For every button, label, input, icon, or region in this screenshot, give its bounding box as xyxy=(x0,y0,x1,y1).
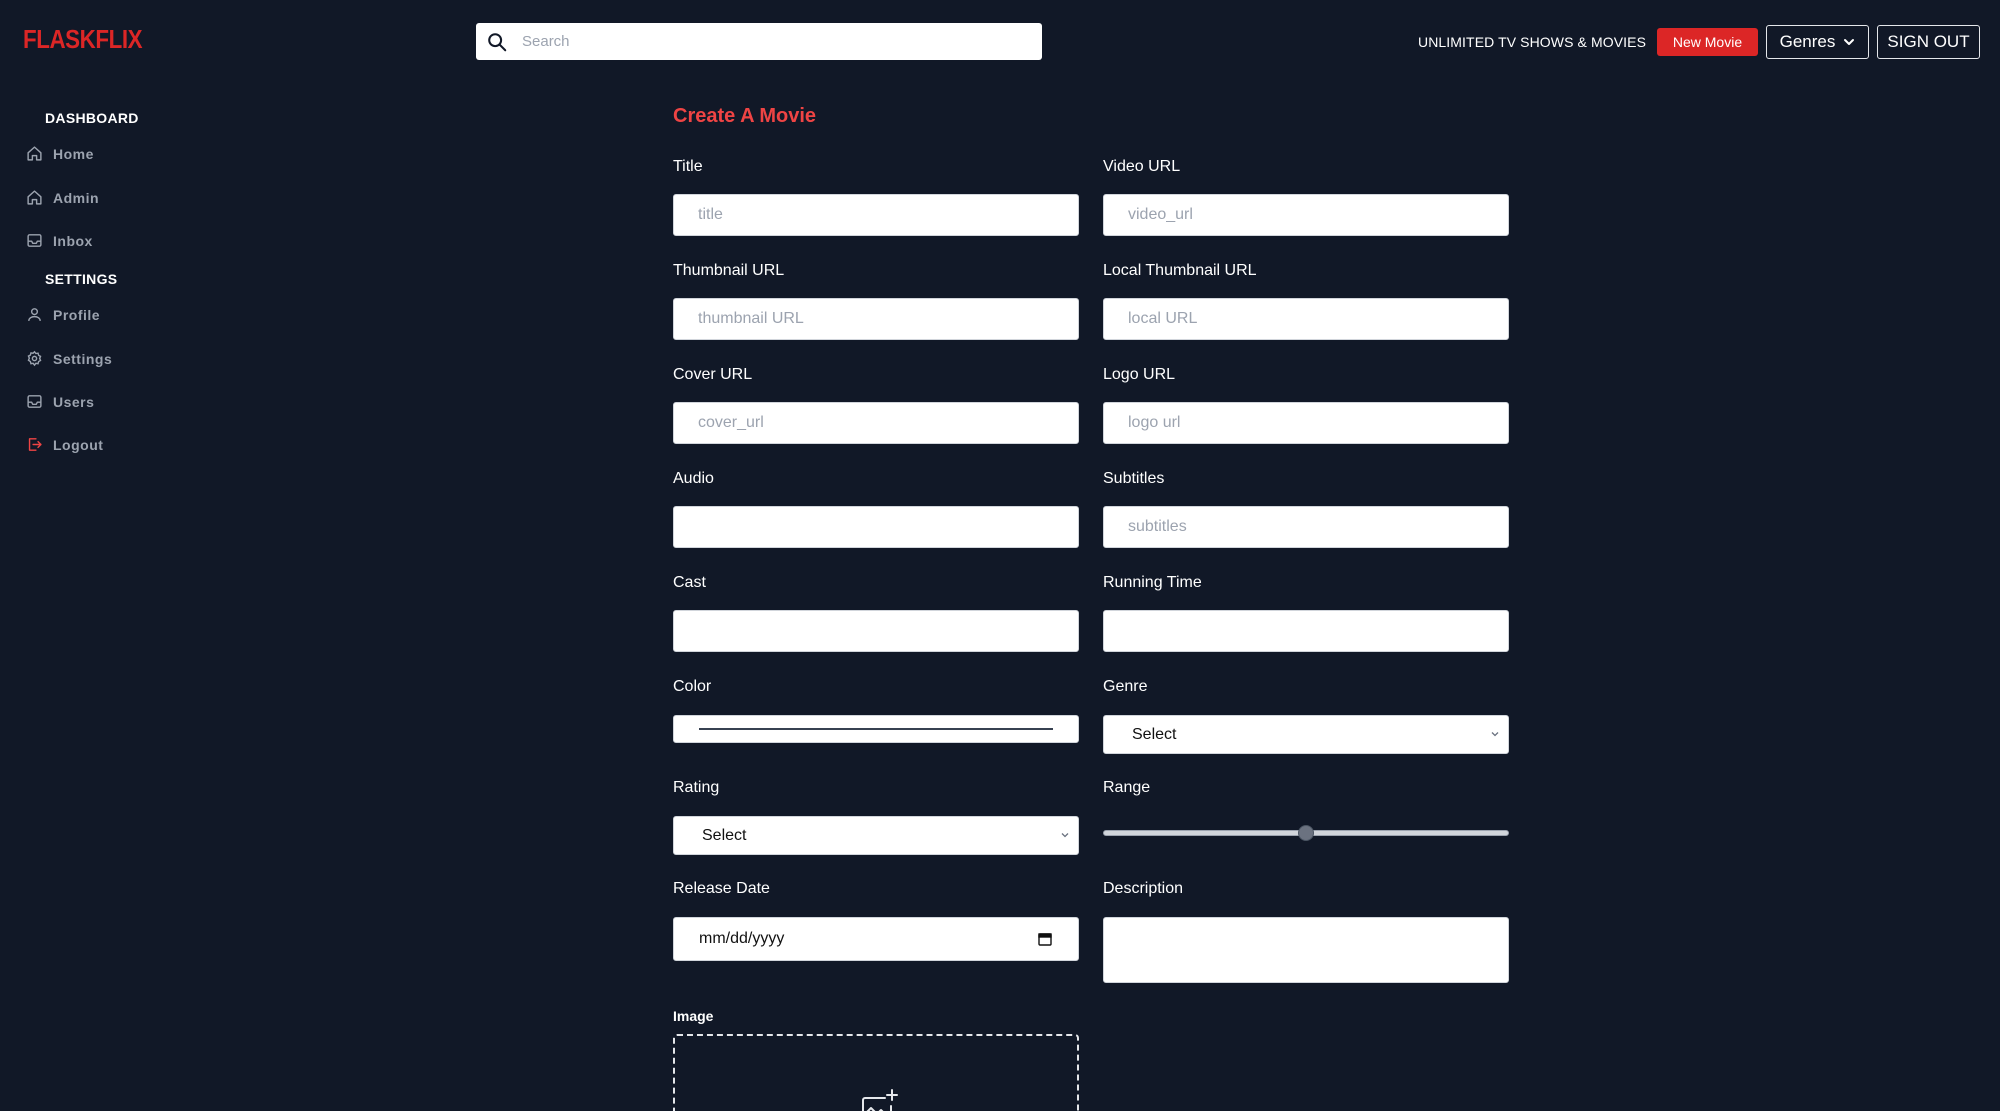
new-movie-button[interactable]: New Movie xyxy=(1657,28,1758,56)
video-url-label: Video URL xyxy=(1103,158,1181,175)
sidebar-item-inbox[interactable]: Inbox xyxy=(26,232,93,249)
search-icon xyxy=(488,32,507,51)
color-picker[interactable] xyxy=(673,715,1079,743)
thumbnail-url-input[interactable] xyxy=(673,298,1079,340)
sidebar-item-profile[interactable]: Profile xyxy=(26,306,100,323)
thumbnail-url-label: Thumbnail URL xyxy=(673,262,785,279)
sidebar-heading-settings: SETTINGS xyxy=(45,271,118,287)
sidebar-item-label: Profile xyxy=(53,306,101,323)
sidebar-item-admin[interactable]: Admin xyxy=(26,189,99,206)
sidebar-item-users[interactable]: Users xyxy=(26,393,94,410)
chevron-down-icon xyxy=(1061,833,1069,838)
genres-dropdown-button[interactable]: Genres xyxy=(1766,25,1869,59)
home-icon xyxy=(27,190,42,205)
release-date-label: Release Date xyxy=(673,880,770,897)
calendar-icon[interactable] xyxy=(1037,931,1053,947)
gear-icon xyxy=(27,350,42,367)
home-icon xyxy=(27,146,42,161)
subtitles-input[interactable] xyxy=(1103,506,1509,548)
genre-label: Genre xyxy=(1103,678,1148,695)
title-input[interactable] xyxy=(673,194,1079,236)
image-dropzone[interactable] xyxy=(673,1034,1079,1111)
image-label: Image xyxy=(673,1008,714,1024)
genres-label: Genres xyxy=(1779,32,1836,51)
logo-url-input[interactable] xyxy=(1103,402,1509,444)
sign-out-button[interactable]: SIGN OUT xyxy=(1877,25,1980,59)
video-url-input[interactable] xyxy=(1103,194,1509,236)
range-thumb[interactable] xyxy=(1298,825,1314,841)
sidebar-item-logout[interactable]: Logout xyxy=(26,436,103,453)
sidebar-item-label: Inbox xyxy=(53,232,93,249)
rating-select[interactable]: Select xyxy=(673,816,1079,855)
running-time-label: Running Time xyxy=(1103,574,1202,591)
inbox-icon xyxy=(27,234,42,247)
cover-url-input[interactable] xyxy=(673,402,1079,444)
cover-url-label: Cover URL xyxy=(673,366,753,383)
sidebar-item-label: Admin xyxy=(53,189,100,206)
rating-selected-value: Select xyxy=(702,826,747,844)
color-swatch xyxy=(699,728,1053,730)
sidebar-item-label: Logout xyxy=(53,436,104,453)
range-label: Range xyxy=(1103,779,1151,796)
description-textarea[interactable] xyxy=(1103,917,1509,983)
user-icon xyxy=(28,308,41,321)
running-time-input[interactable] xyxy=(1103,610,1509,652)
sidebar-item-label: Users xyxy=(53,393,95,410)
inbox-icon xyxy=(27,395,42,408)
audio-label: Audio xyxy=(673,470,714,487)
chevron-down-icon xyxy=(1844,39,1855,45)
release-date-placeholder: mm/dd/yyyy xyxy=(699,930,785,947)
genre-select[interactable]: Select xyxy=(1103,715,1509,754)
description-label: Description xyxy=(1103,880,1184,897)
flaskflix-logo[interactable]: FLASKFLIX xyxy=(23,24,143,55)
page-title: Create A Movie xyxy=(673,105,817,127)
logo-url-label: Logo URL xyxy=(1103,366,1176,383)
tagline: UNLIMITED TV SHOWS & MOVIES xyxy=(1418,34,1647,50)
title-label: Title xyxy=(673,158,703,175)
search-input[interactable] xyxy=(522,33,1022,50)
search-bar[interactable] xyxy=(476,23,1042,60)
sidebar-item-label: Home xyxy=(53,145,94,162)
local-thumbnail-url-label: Local Thumbnail URL xyxy=(1103,262,1257,279)
range-slider[interactable] xyxy=(1103,825,1509,841)
release-date-input[interactable]: mm/dd/yyyy xyxy=(673,917,1079,961)
sidebar-item-home[interactable]: Home xyxy=(26,145,94,162)
chevron-down-icon xyxy=(1491,732,1499,737)
color-label: Color xyxy=(673,678,712,695)
sidebar-item-label: Settings xyxy=(53,350,113,367)
sidebar-item-settings[interactable]: Settings xyxy=(26,350,112,367)
logout-icon xyxy=(28,438,42,451)
genre-selected-value: Select xyxy=(1132,725,1177,743)
sidebar-heading-dashboard: DASHBOARD xyxy=(45,110,139,126)
audio-input[interactable] xyxy=(673,506,1079,548)
add-image-icon xyxy=(862,1089,898,1111)
rating-label: Rating xyxy=(673,779,720,796)
subtitles-label: Subtitles xyxy=(1103,470,1165,487)
local-thumbnail-url-input[interactable] xyxy=(1103,298,1509,340)
cast-input[interactable] xyxy=(673,610,1079,652)
cast-label: Cast xyxy=(673,574,706,591)
